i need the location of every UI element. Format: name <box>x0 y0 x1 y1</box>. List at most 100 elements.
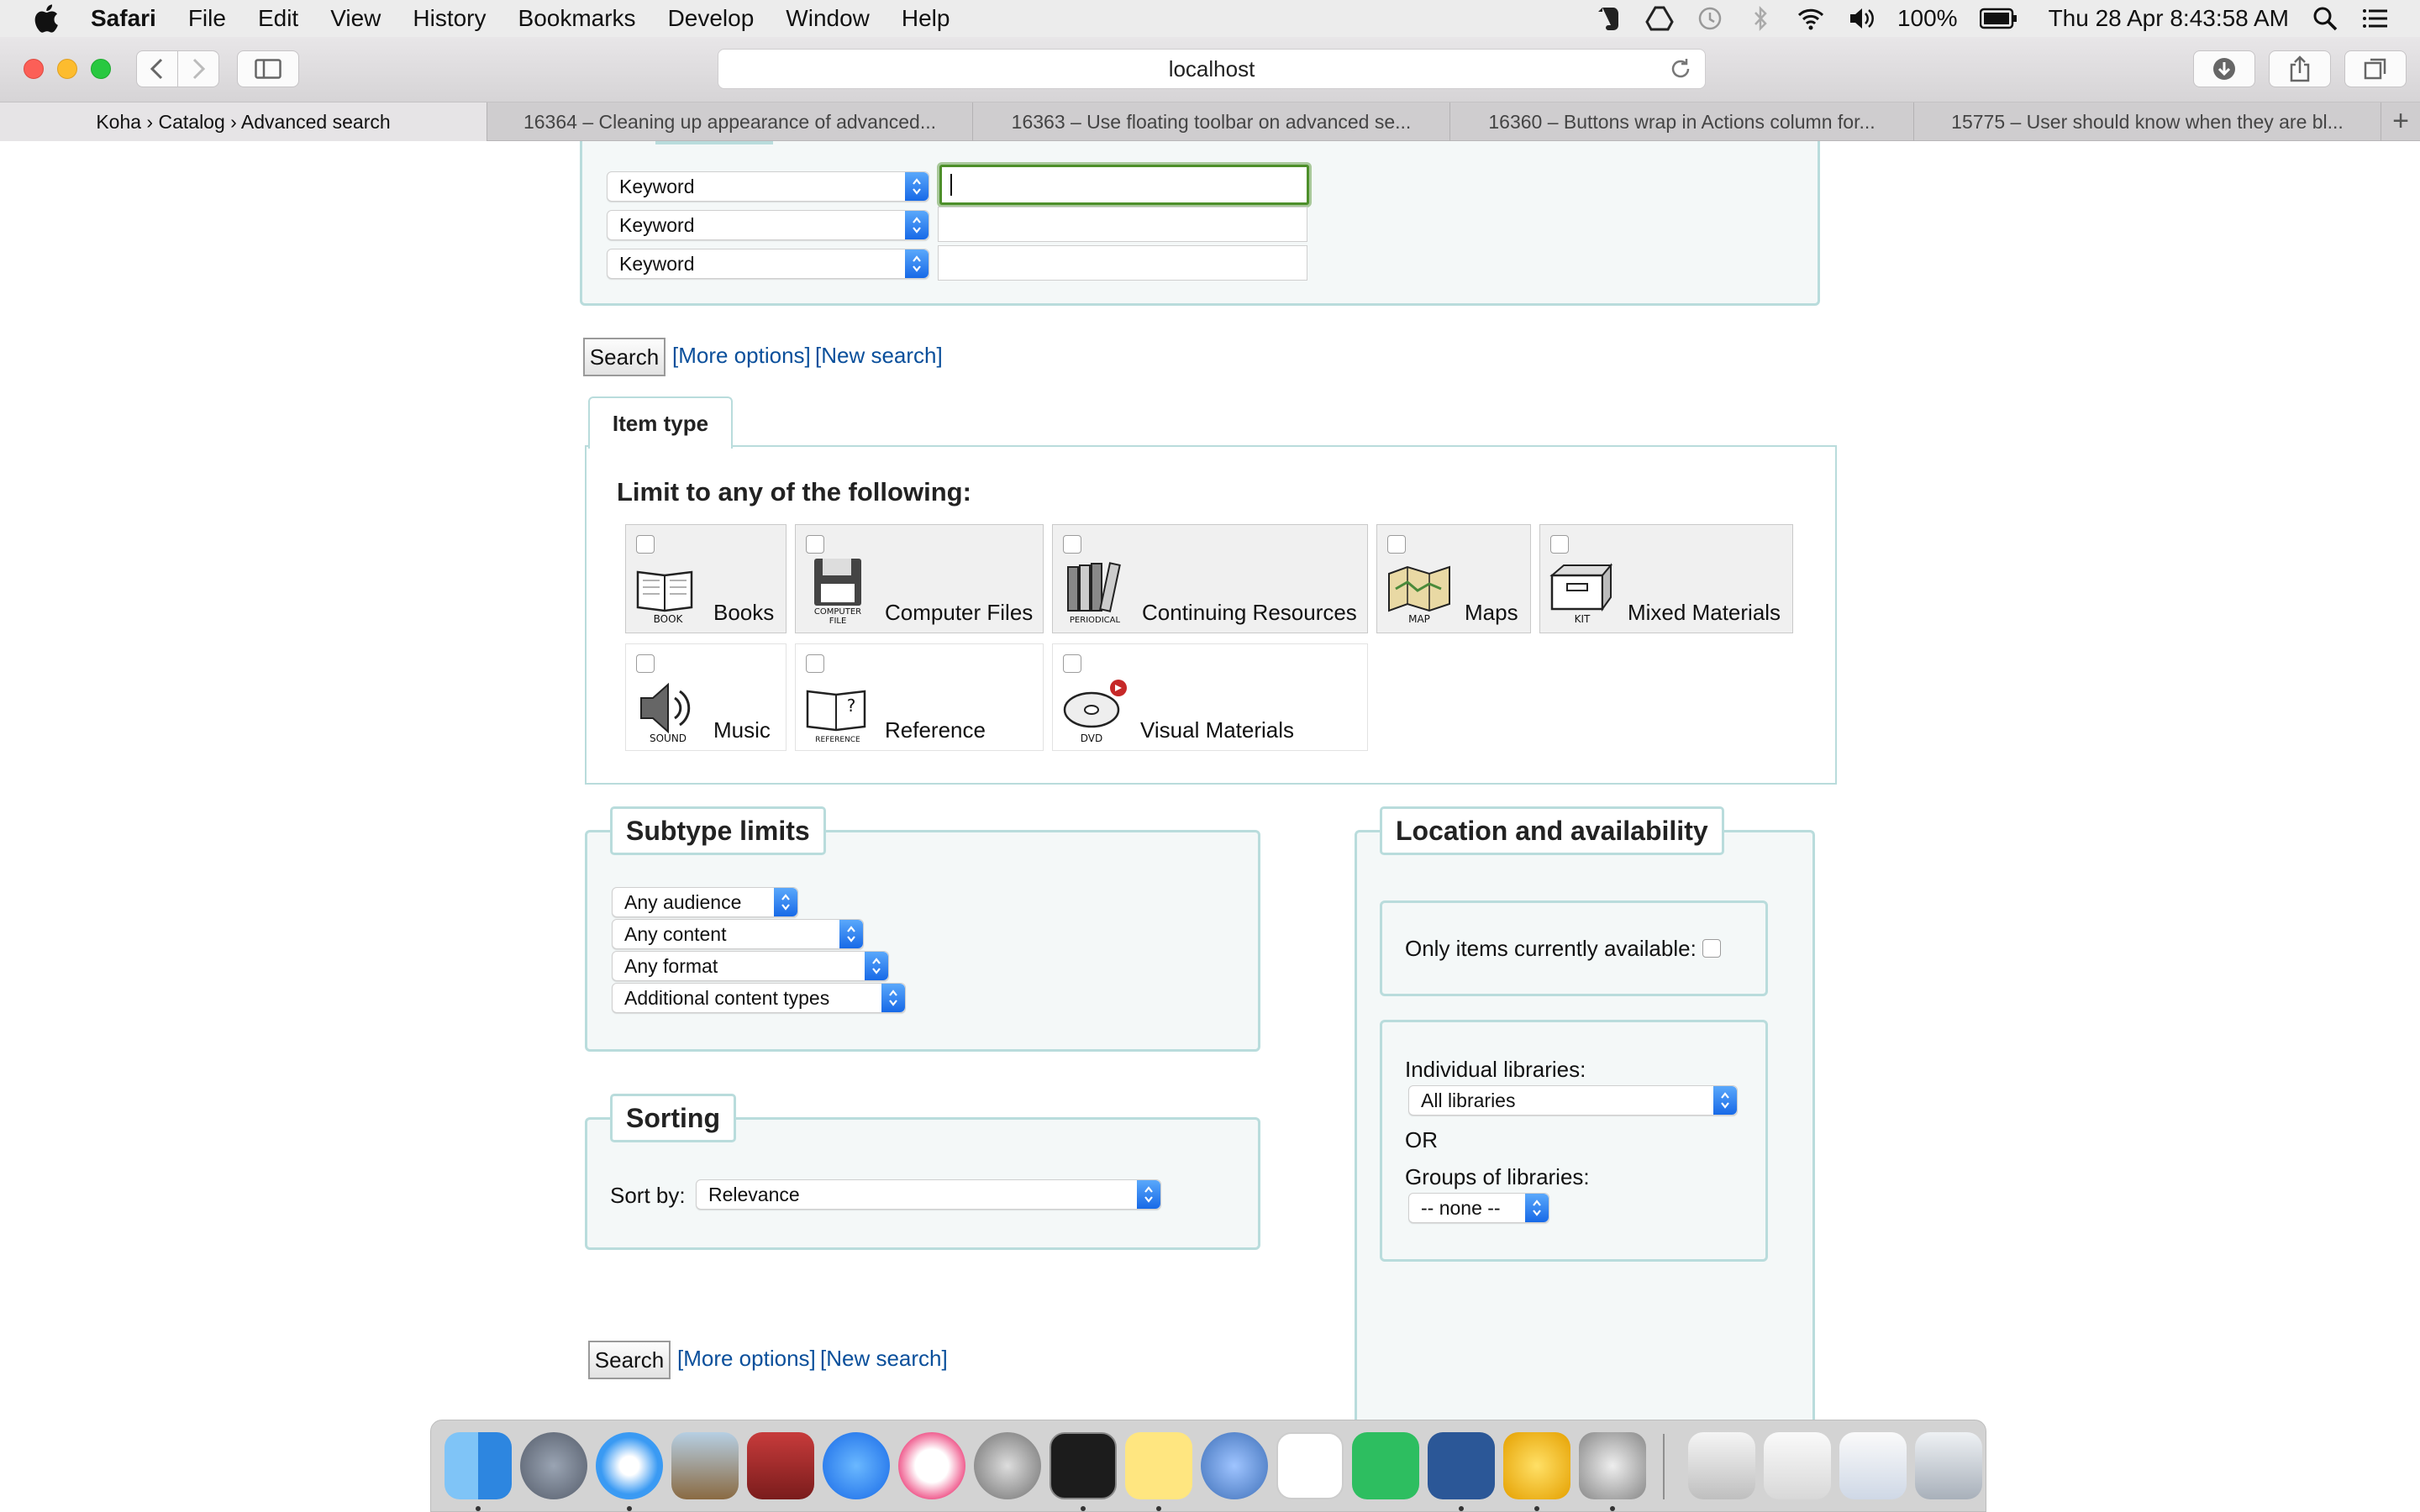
system-preferences-icon[interactable] <box>974 1432 1041 1499</box>
volume-icon[interactable] <box>1847 4 1876 33</box>
menu-help[interactable]: Help <box>902 5 950 32</box>
apple-logo-icon[interactable] <box>34 4 59 33</box>
menu-bar-clock[interactable]: Thu 28 Apr 8:43:58 AM <box>2049 5 2289 32</box>
photo-booth-icon[interactable] <box>747 1432 814 1499</box>
search-button-top[interactable]: Search <box>583 338 666 376</box>
item-type-maps[interactable]: MAP Maps <box>1376 524 1531 633</box>
sidebar-toggle-button[interactable] <box>237 50 299 87</box>
spotlight-search-icon[interactable] <box>2311 4 2339 33</box>
address-bar[interactable]: localhost <box>718 49 1706 89</box>
item-type-mixed-materials[interactable]: KIT Mixed Materials <box>1539 524 1793 633</box>
groups-of-libraries-select[interactable]: -- none -- <box>1408 1193 1549 1223</box>
item-type-reference[interactable]: ? REFERENCE Reference <box>795 643 1044 751</box>
window-zoom-button[interactable] <box>91 59 111 79</box>
google-drive-icon[interactable] <box>1645 4 1674 33</box>
search-index-select-2[interactable]: Keyword <box>607 210 929 240</box>
menu-develop[interactable]: Develop <box>668 5 755 32</box>
item-type-visual-materials[interactable]: DVD Visual Materials <box>1052 643 1368 751</box>
computer-files-checkbox[interactable] <box>806 535 824 554</box>
menu-file[interactable]: File <box>188 5 226 32</box>
tab-16364[interactable]: 16364 – Cleaning up appearance of advanc… <box>487 102 973 141</box>
continuing-resources-checkbox[interactable] <box>1063 535 1081 554</box>
menu-view[interactable]: View <box>330 5 381 32</box>
x11-icon[interactable] <box>1579 1432 1646 1499</box>
app-store-icon[interactable] <box>823 1432 890 1499</box>
item-type-computer-files[interactable]: COMPUTER FILE Computer Files <box>795 524 1044 633</box>
tab-16363[interactable]: 16363 – Use floating toolbar on advanced… <box>973 102 1450 141</box>
tab-16360[interactable]: 16360 – Buttons wrap in Actions column f… <box>1450 102 1914 141</box>
additional-content-types-select[interactable]: Additional content types <box>612 983 906 1013</box>
wifi-icon[interactable] <box>1797 4 1825 33</box>
search-index-value-2: Keyword <box>619 213 695 236</box>
tab-koha-advanced-search[interactable]: Koha › Catalog › Advanced search <box>0 102 487 141</box>
battery-icon[interactable] <box>1979 8 2018 29</box>
finder-icon[interactable] <box>445 1432 512 1499</box>
screenshot-stack-icon-2[interactable] <box>1839 1432 1907 1499</box>
bluetooth-icon[interactable] <box>1746 4 1775 33</box>
music-checkbox[interactable] <box>636 654 655 673</box>
search-button-bottom[interactable]: Search <box>588 1341 671 1379</box>
messages-icon[interactable] <box>1201 1432 1268 1499</box>
filezilla-icon[interactable] <box>1503 1432 1570 1499</box>
launchpad-icon[interactable] <box>520 1432 587 1499</box>
new-tab-button[interactable]: + <box>2381 102 2420 140</box>
select-arrows-icon <box>1713 1086 1737 1115</box>
search-term-input-3[interactable] <box>938 245 1307 281</box>
maps-checkbox[interactable] <box>1387 535 1406 554</box>
terminal-icon[interactable] <box>1050 1432 1117 1499</box>
new-search-link-bottom[interactable]: [New search] <box>820 1346 948 1372</box>
individual-libraries-select[interactable]: All libraries <box>1408 1085 1738 1116</box>
word-icon[interactable] <box>1428 1432 1495 1499</box>
trash-icon[interactable] <box>1915 1432 1982 1499</box>
menu-app-safari[interactable]: Safari <box>91 5 156 32</box>
menu-history[interactable]: History <box>413 5 486 32</box>
tab-overview-button[interactable] <box>2344 50 2407 87</box>
format-select[interactable]: Any format <box>612 951 889 981</box>
calendar-icon[interactable] <box>1276 1432 1344 1499</box>
search-index-select-1[interactable]: Keyword <box>607 171 929 202</box>
evernote-icon[interactable] <box>1595 4 1623 33</box>
visual-materials-checkbox[interactable] <box>1063 654 1081 673</box>
search-index-select-3[interactable]: Keyword <box>607 249 929 279</box>
mixed-materials-label: Mixed Materials <box>1628 600 1781 625</box>
tab-item-type[interactable]: Item type <box>588 396 733 449</box>
downloads-stack-icon[interactable] <box>1688 1432 1755 1499</box>
more-options-link-bottom[interactable]: [More options] <box>677 1346 816 1372</box>
forward-button[interactable] <box>177 50 219 87</box>
itunes-icon[interactable] <box>898 1432 965 1499</box>
reference-checkbox[interactable] <box>806 654 824 673</box>
search-term-input-2[interactable] <box>938 207 1307 242</box>
books-checkbox[interactable] <box>636 535 655 554</box>
window-minimize-button[interactable] <box>57 59 77 79</box>
item-type-continuing-resources[interactable]: PERIODICAL Continuing Resources <box>1052 524 1368 633</box>
evernote-dock-icon[interactable] <box>1352 1432 1419 1499</box>
window-close-button[interactable] <box>24 59 44 79</box>
item-type-music[interactable]: SOUND Music <box>625 643 786 751</box>
screenshot-stack-icon-1[interactable] <box>1764 1432 1831 1499</box>
more-options-link-top[interactable]: [More options] <box>672 343 811 369</box>
menu-window[interactable]: Window <box>786 5 870 32</box>
notification-center-icon[interactable] <box>2361 4 2390 33</box>
reload-icon[interactable] <box>1668 56 1693 81</box>
share-button[interactable] <box>2269 50 2331 87</box>
safari-icon[interactable] <box>596 1432 663 1499</box>
new-search-link-top[interactable]: [New search] <box>815 343 943 369</box>
mail-icon[interactable] <box>671 1432 739 1499</box>
time-machine-icon[interactable] <box>1696 4 1724 33</box>
menu-bookmarks[interactable]: Bookmarks <box>518 5 636 32</box>
only-available-checkbox[interactable] <box>1702 939 1721 958</box>
individual-libraries-label: Individual libraries: <box>1405 1057 1586 1082</box>
stickies-icon[interactable] <box>1125 1432 1192 1499</box>
sort-by-select[interactable]: Relevance <box>696 1179 1161 1210</box>
downloads-button[interactable] <box>2193 50 2255 87</box>
search-term-input-1[interactable] <box>939 165 1309 205</box>
audience-select[interactable]: Any audience <box>612 887 798 917</box>
mixed-materials-checkbox[interactable] <box>1550 535 1569 554</box>
maps-label: Maps <box>1465 600 1518 625</box>
content-select[interactable]: Any content <box>612 919 864 949</box>
computer-files-label: Computer Files <box>885 600 1034 625</box>
item-type-books[interactable]: BOOK Books <box>625 524 786 633</box>
back-button[interactable] <box>136 50 178 87</box>
menu-edit[interactable]: Edit <box>258 5 298 32</box>
tab-15775[interactable]: 15775 – User should know when they are b… <box>1914 102 2381 141</box>
